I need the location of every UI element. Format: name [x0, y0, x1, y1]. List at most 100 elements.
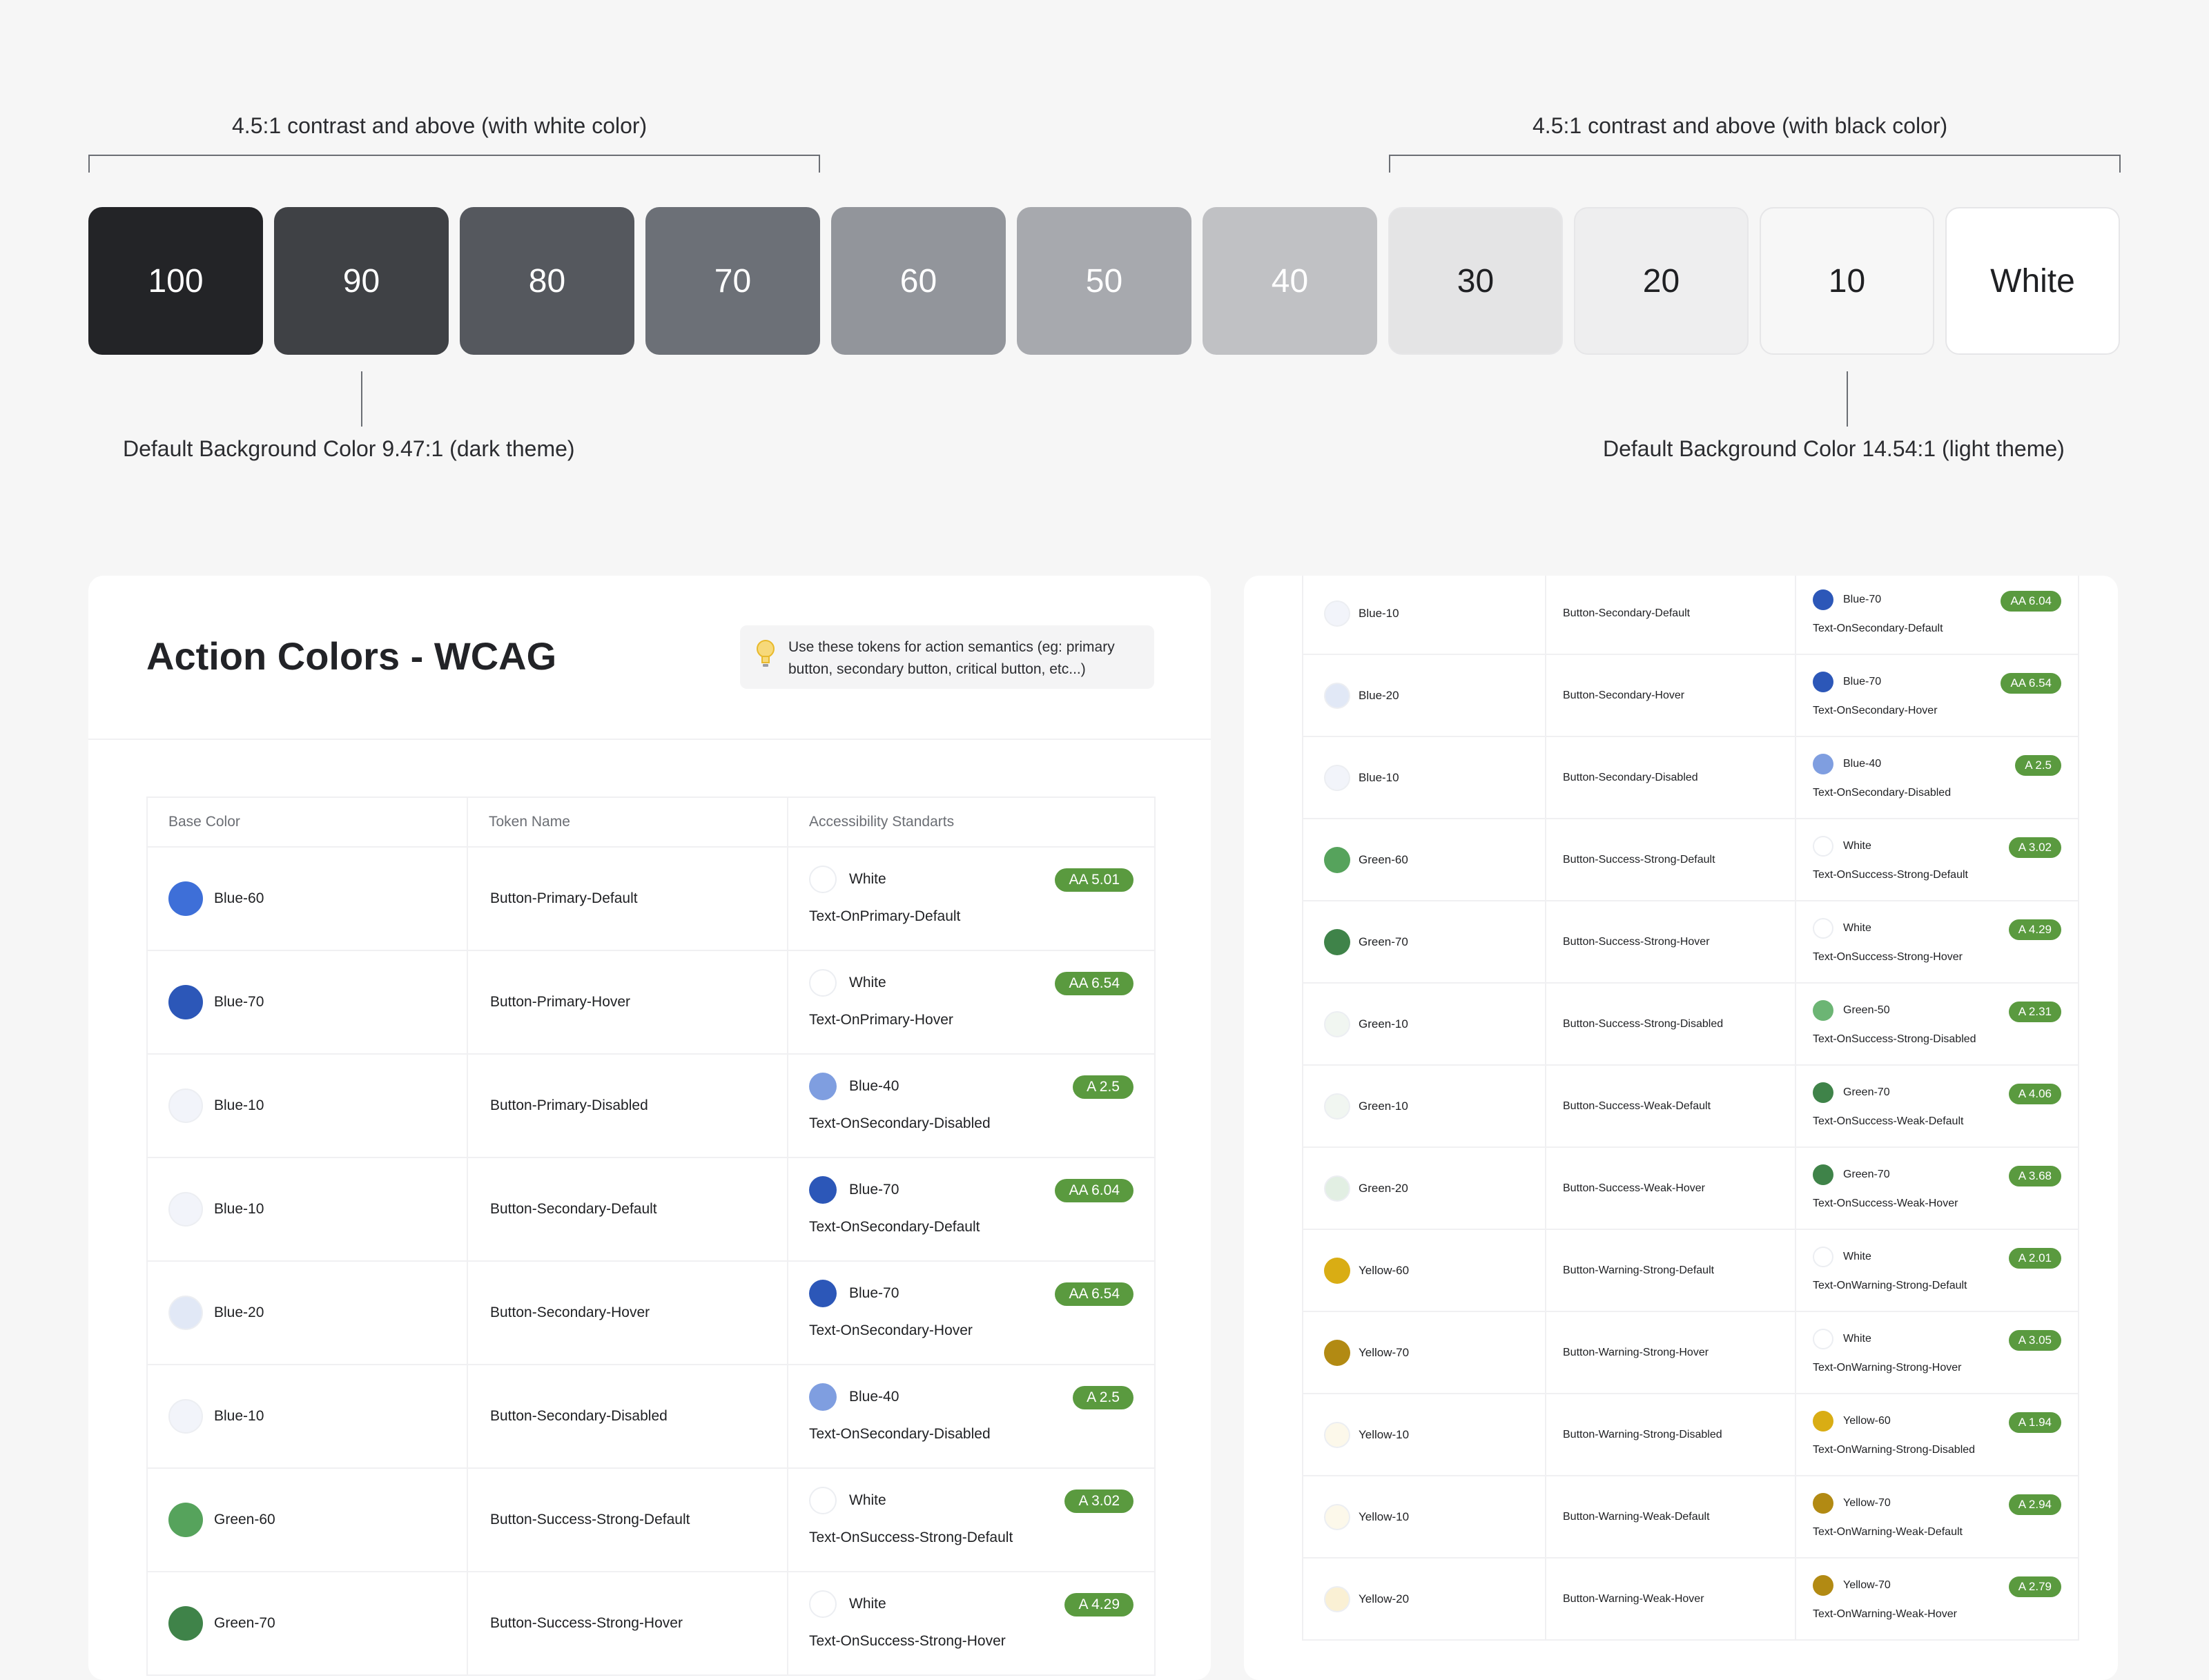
text-color-dot	[1813, 1164, 1833, 1185]
text-token-name: Text-OnSuccess-Strong-Disabled	[1813, 1033, 1976, 1045]
table-row: Green-70 Button-Success-Strong-Hover White…	[146, 1571, 1156, 1676]
table-row: Yellow-70 Button-Warning-Strong-Hover Whit…	[1302, 1311, 2079, 1394]
contrast-badge: A 2.31	[2008, 1002, 2061, 1022]
text-color-name: White	[1843, 1251, 1871, 1262]
contrast-badge: A 3.68	[2008, 1166, 2061, 1186]
text-color-dot	[1813, 1411, 1833, 1432]
text-token-name: Text-OnSecondary-Hover	[1813, 705, 1938, 716]
text-token-name: Text-OnSecondary-Disabled	[809, 1115, 991, 1131]
token-name-cell: Button-Secondary-Default	[467, 1157, 788, 1262]
base-color-cell: Yellow-70	[1302, 1311, 1546, 1394]
token-name-cell: Button-Success-Strong-Default	[1545, 818, 1796, 901]
text-color-name: Blue-70	[849, 1182, 899, 1198]
text-color-dot	[1813, 1247, 1833, 1267]
table-row: Yellow-20 Button-Warning-Weak-Hover Yellow…	[1302, 1557, 2079, 1641]
base-color-cell: Green-10	[1302, 1064, 1546, 1148]
tip-box: Use these tokens for action semantics (e…	[740, 625, 1154, 689]
base-color-cell: Yellow-10	[1302, 1393, 1546, 1476]
action-colors-card-continued: Blue-10 Button-Secondary-Default Blue-70 AA…	[1244, 576, 2118, 1680]
text-color-dot	[1813, 754, 1833, 774]
token-name-cell: Button-Success-Strong-Hover	[467, 1571, 788, 1676]
text-color-dot	[1813, 1082, 1833, 1103]
table-row: Blue-20 Button-Secondary-Hover Blue-70 AA 6…	[146, 1260, 1156, 1365]
contrast-white-bracket	[88, 155, 820, 173]
contrast-badge: AA 6.04	[1055, 1179, 1133, 1202]
text-token-name: Text-OnSuccess-Weak-Default	[1813, 1115, 1964, 1127]
base-color-dot	[168, 1606, 203, 1641]
text-color-name: Blue-70	[1843, 594, 1882, 605]
base-color-dot	[1324, 1257, 1350, 1284]
accessibility-cell: Blue-70 AA 6.54 Text-OnSecondary-Hover	[787, 1260, 1156, 1365]
contrast-badge: A 2.79	[2008, 1576, 2061, 1597]
text-color-dot	[1813, 918, 1833, 939]
accessibility-cell: White A 3.05 Text-OnWarning-Strong-Hover	[1795, 1311, 2079, 1394]
text-color-name: Yellow-60	[1843, 1415, 1891, 1427]
text-color-dot	[809, 1590, 837, 1618]
text-token-name: Text-OnSecondary-Disabled	[809, 1426, 991, 1442]
swatch-100: 100	[88, 207, 263, 355]
text-color-name: Green-70	[1843, 1086, 1890, 1098]
text-token-name: Text-OnWarning-Strong-Disabled	[1813, 1444, 1976, 1456]
swatch-10: 10	[1760, 207, 1934, 355]
text-token-name: Text-OnPrimary-Hover	[809, 1012, 953, 1028]
table-row: Blue-10 Button-Secondary-Disabled Blue-40 A…	[146, 1364, 1156, 1469]
dark-theme-pointer	[361, 371, 362, 427]
base-color-name: Green-60	[214, 1512, 275, 1527]
token-table: Base Color Token Name Accessibility Stan…	[146, 797, 1156, 1676]
accessibility-cell: Green-50 A 2.31 Text-OnSuccess-Strong-Disa…	[1795, 982, 2079, 1066]
base-color-name: Blue-20	[214, 1305, 264, 1320]
text-color-dot	[1813, 1575, 1833, 1596]
token-name-cell: Button-Warning-Strong-Disabled	[1545, 1393, 1796, 1476]
contrast-badge: AA 6.04	[2001, 591, 2061, 612]
token-name-cell: Button-Warning-Weak-Hover	[1545, 1557, 1796, 1641]
contrast-badge: A 4.06	[2008, 1084, 2061, 1104]
base-color-name: Blue-20	[1359, 688, 1399, 702]
base-color-name: Green-20	[1359, 1181, 1408, 1195]
contrast-badge: A 4.29	[2008, 919, 2061, 940]
base-color-dot	[168, 1296, 203, 1330]
table-row: Green-10 Button-Success-Weak-Default Green…	[1302, 1064, 2079, 1148]
text-color-name: Yellow-70	[1843, 1497, 1891, 1509]
token-name-cell: Button-Success-Strong-Default	[467, 1467, 788, 1572]
text-color-dot	[1813, 1000, 1833, 1021]
text-token-name: Text-OnSuccess-Strong-Hover	[809, 1633, 1006, 1649]
table-row: Blue-70 Button-Primary-Hover White AA 6.54 T…	[146, 950, 1156, 1055]
base-color-cell: Blue-10	[146, 1053, 468, 1158]
contrast-badge: A 1.94	[2008, 1412, 2061, 1433]
base-color-name: Yellow-60	[1359, 1263, 1410, 1277]
base-color-cell: Blue-10	[1302, 576, 1546, 655]
base-color-name: Green-10	[1359, 1017, 1408, 1031]
text-token-name: Text-OnSuccess-Strong-Default	[1813, 869, 1968, 881]
text-color-name: Green-50	[1843, 1004, 1890, 1016]
token-name-cell: Button-Secondary-Disabled	[1545, 736, 1796, 819]
text-color-dot	[809, 1487, 837, 1514]
contrast-badge: AA 6.54	[2001, 673, 2061, 694]
base-color-name: Green-70	[1359, 935, 1408, 948]
base-color-dot	[1324, 1093, 1350, 1120]
text-color-name: White	[849, 1492, 886, 1508]
text-token-name: Text-OnSuccess-Strong-Default	[809, 1530, 1013, 1545]
text-color-name: White	[1843, 840, 1871, 852]
contrast-badge: AA 5.01	[1055, 868, 1133, 892]
text-token-name: Text-OnSuccess-Strong-Hover	[1813, 951, 1963, 963]
accessibility-cell: Green-70 A 4.06 Text-OnSuccess-Weak-Defaul…	[1795, 1064, 2079, 1148]
accessibility-cell: Blue-40 A 2.5 Text-OnSecondary-Disabled	[787, 1053, 1156, 1158]
base-color-dot	[1324, 1585, 1350, 1612]
base-color-dot	[168, 1503, 203, 1537]
base-color-name: Green-70	[214, 1615, 275, 1631]
base-color-name: Blue-70	[214, 994, 264, 1010]
text-color-name: Blue-70	[849, 1285, 899, 1301]
base-color-name: Yellow-70	[1359, 1345, 1410, 1359]
base-color-cell: Blue-60	[146, 846, 468, 951]
text-color-name: White	[849, 975, 886, 990]
token-name-cell: Button-Primary-Default	[467, 846, 788, 951]
base-color-name: Yellow-20	[1359, 1592, 1410, 1605]
token-name-cell: Button-Success-Strong-Hover	[1545, 900, 1796, 984]
swatch-20: 20	[1574, 207, 1749, 355]
base-color-dot	[168, 881, 203, 916]
text-token-name: Text-OnWarning-Weak-Default	[1813, 1526, 1963, 1538]
contrast-badge: AA 6.54	[1055, 972, 1133, 995]
table-row: Green-70 Button-Success-Strong-Hover White…	[1302, 900, 2079, 984]
contrast-badge: A 2.5	[1073, 1075, 1133, 1099]
base-color-cell: Green-20	[1302, 1146, 1546, 1230]
